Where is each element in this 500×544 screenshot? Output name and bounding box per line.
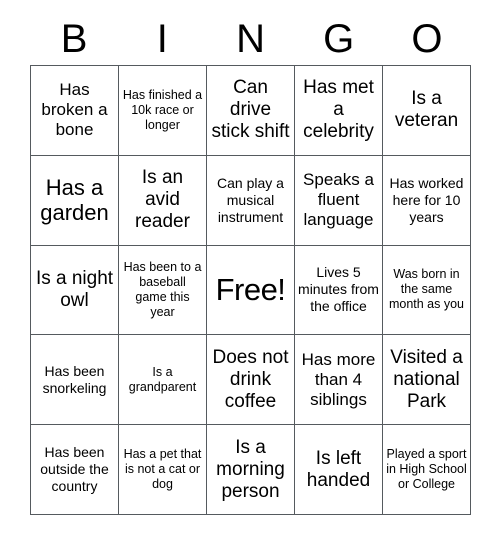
bingo-card: B I N G O Has broken a bone Has finished… — [0, 0, 500, 544]
bingo-cell[interactable]: Is a veteran — [383, 66, 471, 156]
header-letter-o: O — [411, 17, 443, 61]
bingo-cell[interactable]: Can drive stick shift — [207, 66, 295, 156]
bingo-cell-label: Has been to a baseball game this year — [123, 259, 202, 319]
bingo-cell[interactable]: Is a morning person — [207, 425, 295, 515]
bingo-cell-label: Has finished a 10k race or longer — [122, 87, 203, 132]
bingo-cell-label: Speaks a fluent language — [303, 170, 374, 230]
header-letter-g: G — [323, 17, 355, 61]
bingo-cell[interactable]: Is left handed — [295, 425, 383, 515]
bingo-cell[interactable]: Played a sport in High School or College — [383, 425, 471, 515]
bingo-cell-label: Is a veteran — [394, 88, 459, 132]
header-letter-i: I — [156, 17, 168, 61]
bingo-cell[interactable]: Has met a celebrity — [295, 66, 383, 156]
bingo-cell[interactable]: Lives 5 minutes from the office — [295, 245, 383, 336]
bingo-grid: Has broken a bone Has finished a 10k rac… — [30, 65, 471, 515]
bingo-cell[interactable]: Has finished a 10k race or longer — [119, 66, 207, 156]
bingo-cell-label: Is left handed — [306, 447, 371, 491]
bingo-cell[interactable]: Has been outside the country — [31, 425, 119, 515]
bingo-cell-label: Has been outside the country — [40, 444, 109, 495]
bingo-cell[interactable]: Has a pet that is not a cat or dog — [119, 425, 207, 515]
bingo-cell-label: Played a sport in High School or College — [386, 447, 467, 492]
bingo-cell[interactable]: Has worked here for 10 years — [383, 155, 471, 246]
bingo-cell-label: Has more than 4 siblings — [301, 349, 376, 409]
bingo-cell[interactable]: Has broken a bone — [31, 66, 119, 156]
bingo-cell-label: Has worked here for 10 years — [389, 174, 464, 225]
bingo-cell[interactable]: Visited a national Park — [383, 335, 471, 426]
header-letter-b: B — [60, 17, 88, 61]
bingo-cell[interactable]: Speaks a fluent language — [295, 155, 383, 246]
bingo-cell[interactable]: Has a garden — [31, 155, 119, 246]
bingo-free-label: Free! — [215, 271, 286, 307]
bingo-cell[interactable]: Is a night owl — [31, 245, 119, 336]
bingo-cell-label: Is a grandparent — [128, 364, 197, 394]
bingo-cell[interactable]: Has been to a baseball game this year — [119, 245, 207, 336]
bingo-cell-label: Has been snorkeling — [42, 362, 107, 396]
bingo-cell-label: Has met a celebrity — [303, 77, 374, 143]
bingo-cell[interactable]: Does not drink coffee — [207, 335, 295, 426]
bingo-cell[interactable]: Is a grandparent — [119, 335, 207, 426]
bingo-cell-label: Was born in the same month as you — [388, 267, 465, 312]
bingo-cell-label: Can play a musical instrument — [217, 174, 284, 225]
bingo-cell[interactable]: Can play a musical instrument — [207, 155, 295, 246]
bingo-cell-label: Is an avid reader — [135, 167, 190, 233]
bingo-cell[interactable]: Was born in the same month as you — [383, 245, 471, 336]
bingo-cell-label: Has broken a bone — [41, 80, 108, 140]
bingo-cell-label: Does not drink coffee — [212, 346, 289, 412]
bingo-cell-label: Has a garden — [40, 175, 109, 226]
bingo-cell[interactable]: Has been snorkeling — [31, 335, 119, 426]
bingo-cell-label: Can drive stick shift — [211, 77, 290, 143]
bingo-cell-label: Is a morning person — [216, 436, 285, 502]
bingo-free-cell[interactable]: Free! — [207, 245, 295, 336]
bingo-header: B I N G O — [30, 14, 471, 64]
bingo-cell-label: Visited a national Park — [390, 346, 463, 412]
bingo-cell-label: Is a night owl — [35, 267, 114, 311]
bingo-cell[interactable]: Is an avid reader — [119, 155, 207, 246]
bingo-cell-label: Has a pet that is not a cat or dog — [123, 447, 202, 492]
header-letter-n: N — [236, 17, 265, 61]
bingo-cell[interactable]: Has more than 4 siblings — [295, 335, 383, 426]
bingo-cell-label: Lives 5 minutes from the office — [298, 264, 379, 315]
